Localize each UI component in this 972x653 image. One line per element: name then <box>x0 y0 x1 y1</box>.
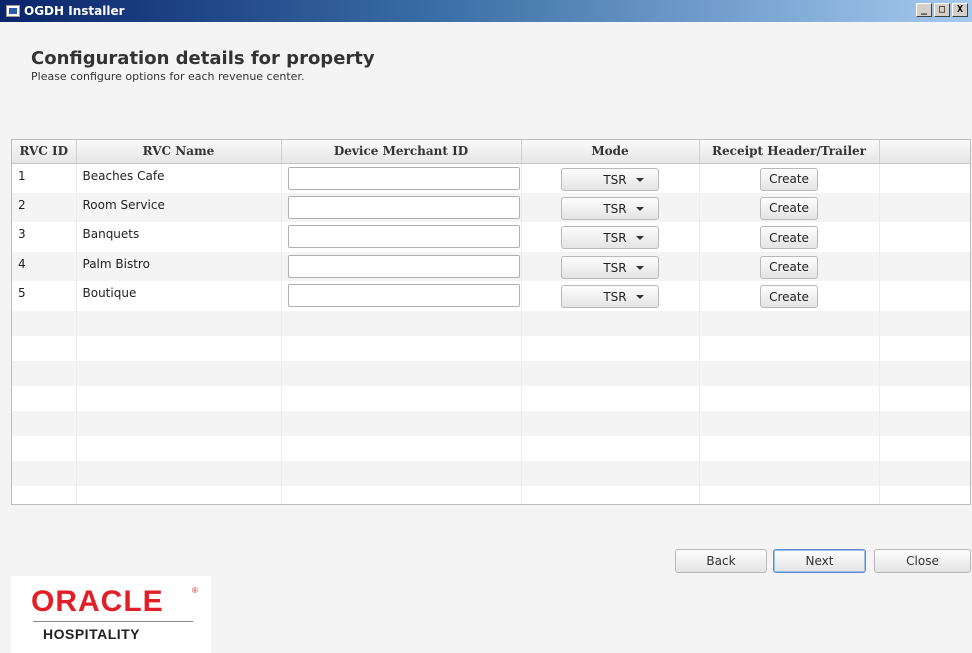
empty-row <box>12 360 970 386</box>
rvc-name-cell: Banquets <box>76 222 282 252</box>
mode-value: TSR <box>603 201 627 216</box>
rvc-id-cell: 4 <box>12 251 77 281</box>
mode-value: TSR <box>603 290 627 304</box>
rvc-id-cell: 3 <box>12 222 77 252</box>
rvc-id-cell: 5 <box>12 281 77 311</box>
device-merchant-id-input[interactable] <box>287 166 520 190</box>
table-header-row: RVC ID RVC Name Device Merchant ID Mode … <box>12 140 970 164</box>
chevron-down-icon <box>636 236 644 240</box>
column-header-device-merchant-id[interactable]: Device Merchant ID <box>281 140 522 164</box>
empty-row <box>12 460 970 486</box>
create-receipt-button[interactable]: Create <box>760 285 818 308</box>
window-controls: _ □ X <box>916 3 968 17</box>
title-bar: OGDH Installer _ □ X <box>0 0 972 22</box>
next-button[interactable]: Next <box>773 549 866 573</box>
rvc-name-cell: Boutique <box>76 281 282 311</box>
device-merchant-id-input[interactable] <box>287 254 520 278</box>
empty-row <box>12 385 970 411</box>
mode-value: TSR <box>603 260 627 275</box>
empty-row <box>12 485 970 504</box>
table-row: 3 Banquets TSR Create <box>12 222 970 252</box>
rvc-name-cell: Palm Bistro <box>76 251 282 281</box>
minimize-button[interactable]: _ <box>916 3 932 17</box>
app-icon <box>6 5 20 17</box>
logo-registered-mark: ® <box>192 586 198 595</box>
rvc-id-cell: 2 <box>12 192 77 222</box>
page-title: Configuration details for property <box>31 48 375 69</box>
column-header-rvc-name[interactable]: RVC Name <box>76 140 282 164</box>
table-row: 4 Palm Bistro TSR Create <box>12 251 970 281</box>
rvc-name-cell: Room Service <box>76 192 282 222</box>
table-row: 1 Beaches Cafe TSR Create <box>12 163 970 193</box>
close-button[interactable]: Close <box>874 549 971 573</box>
create-receipt-button[interactable]: Create <box>760 226 818 249</box>
page-subtitle: Please configure options for each revenu… <box>31 70 305 83</box>
chevron-down-icon <box>636 295 644 299</box>
mode-value: TSR <box>603 231 627 245</box>
empty-row <box>12 335 970 361</box>
rvc-name-cell: Beaches Cafe <box>76 163 282 193</box>
chevron-down-icon <box>636 206 644 211</box>
empty-row <box>12 435 970 461</box>
column-header-receipt-header-trailer[interactable]: Receipt Header/Trailer <box>699 140 880 164</box>
create-receipt-button[interactable]: Create <box>760 196 818 220</box>
column-header-rvc-id[interactable]: RVC ID <box>12 140 77 164</box>
empty-row <box>12 410 970 436</box>
mode-select[interactable]: TSR <box>561 285 659 308</box>
page-header: Configuration details for property Pleas… <box>31 48 375 83</box>
device-merchant-id-input[interactable] <box>287 284 520 307</box>
create-receipt-button[interactable]: Create <box>760 167 818 191</box>
mode-select[interactable]: TSR <box>561 226 659 249</box>
mode-select[interactable]: TSR <box>561 196 659 220</box>
chevron-down-icon <box>636 177 644 182</box>
empty-row <box>12 310 970 336</box>
window-title: OGDH Installer <box>24 4 125 18</box>
rvc-table: RVC ID RVC Name Device Merchant ID Mode … <box>11 139 971 505</box>
rvc-id-cell: 1 <box>12 163 77 193</box>
back-button[interactable]: Back <box>675 549 767 573</box>
maximize-button[interactable]: □ <box>934 3 950 17</box>
column-header-extra <box>879 140 970 164</box>
mode-value: TSR <box>603 172 627 187</box>
logo-subtitle: HOSPITALITY <box>43 626 141 642</box>
column-header-mode[interactable]: Mode <box>521 140 700 164</box>
mode-select[interactable]: TSR <box>561 167 659 191</box>
device-merchant-id-input[interactable] <box>287 195 520 219</box>
logo-brand: ORACLE <box>31 585 164 618</box>
logo-divider <box>33 621 193 622</box>
chevron-down-icon <box>636 265 644 270</box>
close-window-button[interactable]: X <box>952 3 968 17</box>
table-row: 5 Boutique TSR Create <box>12 281 970 311</box>
mode-select[interactable]: TSR <box>561 255 659 279</box>
create-receipt-button[interactable]: Create <box>760 255 818 279</box>
oracle-hospitality-logo: ORACLE ® HOSPITALITY <box>11 576 211 653</box>
device-merchant-id-input[interactable] <box>287 225 520 248</box>
table-row: 2 Room Service TSR Create <box>12 192 970 222</box>
